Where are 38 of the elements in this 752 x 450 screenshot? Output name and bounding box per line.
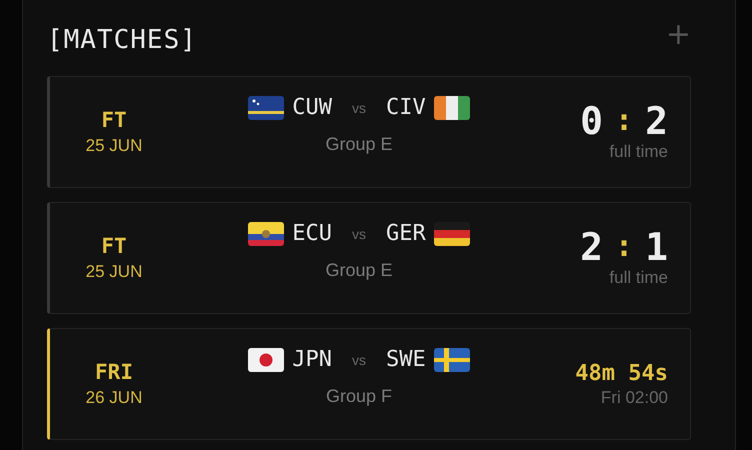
match-card[interactable]: FRI 26 JUN JPN vs SWE Group F 48m 54s Fri 02:00 — [47, 328, 691, 440]
home-score: 0 — [580, 102, 604, 140]
flag-icon — [248, 222, 284, 246]
flag-icon — [434, 222, 470, 246]
section-title: [MATCHES] — [47, 24, 197, 55]
away-score: 1 — [645, 228, 668, 266]
countdown: 48m 54s — [575, 360, 668, 386]
match-note: full time — [609, 142, 668, 162]
flag-icon — [434, 96, 470, 120]
versus-label: vs — [352, 226, 366, 242]
team-code: SWE — [386, 347, 426, 372]
group-label: Group E — [325, 260, 393, 281]
score-separator: : — [615, 232, 634, 262]
versus-label: vs — [352, 100, 366, 116]
group-label: Group E — [325, 134, 393, 155]
match-note: full time — [609, 268, 668, 288]
team-code: ECU — [292, 221, 332, 246]
team-code: JPN — [292, 347, 332, 372]
match-status: FT — [101, 108, 127, 132]
match-note: Fri 02:00 — [600, 388, 668, 408]
score-separator: : — [615, 106, 634, 136]
match-date: 25 JUN — [86, 262, 142, 282]
away-score: 2 — [645, 102, 668, 140]
match-date: 26 JUN — [86, 388, 142, 408]
home-score: 2 — [580, 228, 604, 266]
team-code: GER — [386, 221, 426, 246]
team-code: CIV — [386, 95, 426, 120]
flag-icon — [248, 96, 284, 120]
group-label: Group F — [326, 386, 392, 407]
match-card[interactable]: FT 25 JUN ECU vs GER Group E 2 : 1 full time — [47, 202, 691, 314]
team-code: CUW — [292, 95, 332, 120]
match-card[interactable]: FT 25 JUN CUW vs CIV Group E 0 : 2 full time — [47, 76, 691, 188]
match-status: FRI — [95, 360, 133, 384]
flag-icon — [434, 348, 470, 372]
versus-label: vs — [352, 352, 366, 368]
match-date: 25 JUN — [86, 136, 142, 156]
flag-icon — [248, 348, 284, 372]
match-status: FT — [101, 234, 127, 258]
